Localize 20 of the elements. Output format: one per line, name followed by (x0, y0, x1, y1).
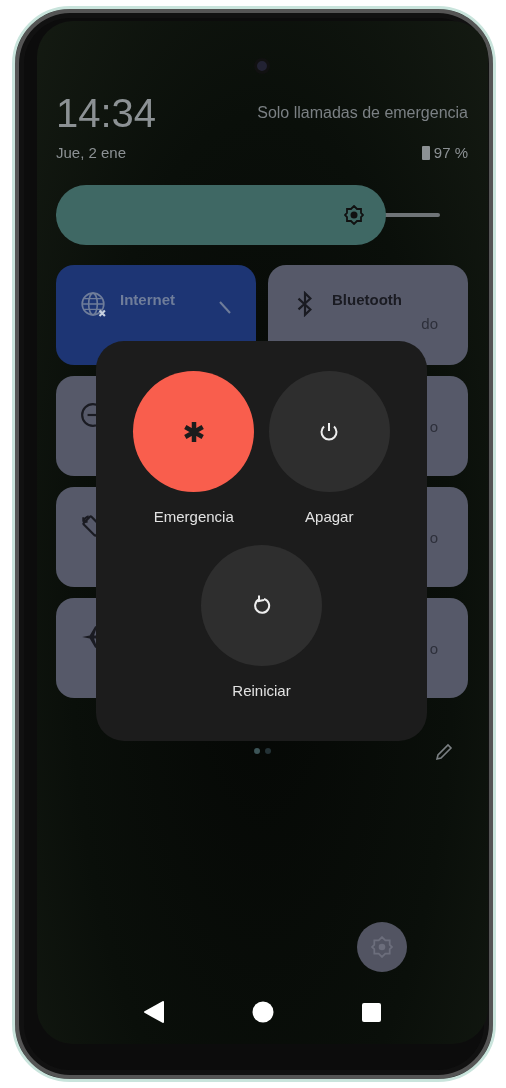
date-label: Jue, 2 ene (56, 142, 127, 163)
action-label: Reiniciar (232, 680, 291, 701)
action-label: Emergencia (153, 507, 234, 527)
recents-button[interactable] (362, 1002, 381, 1022)
action-label: Apagar (305, 507, 354, 527)
clock-time: 14:34 (56, 93, 157, 133)
edit-icon[interactable] (434, 742, 454, 762)
settings-button[interactable] (357, 922, 407, 972)
back-button[interactable] (144, 1001, 164, 1023)
battery-level: 97 % (433, 142, 468, 163)
tile-label: Internet (120, 291, 175, 309)
brightness-icon (343, 205, 364, 225)
home-button[interactable] (252, 1001, 274, 1023)
settings-icon (371, 936, 393, 958)
camera-icon (254, 58, 270, 74)
tile-label: Bluetooth (332, 291, 402, 309)
battery-icon (421, 146, 430, 160)
asterisk-icon (181, 419, 206, 444)
carrier-status: Solo llamadas de emergencia (257, 103, 468, 123)
globe-icon (80, 291, 106, 317)
